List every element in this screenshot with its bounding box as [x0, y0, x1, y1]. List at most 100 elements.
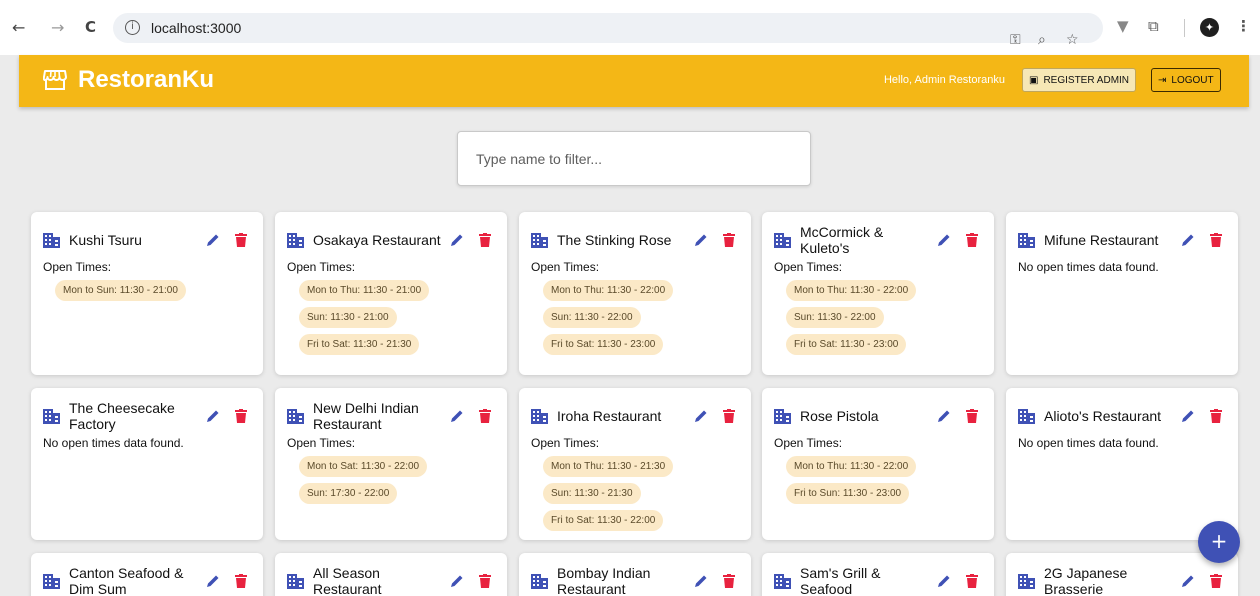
- open-time-chip: Mon to Thu: 11:30 - 22:00: [786, 280, 917, 301]
- open-times-label: Open Times:: [43, 260, 112, 274]
- filter-input[interactable]: [458, 132, 810, 185]
- edit-icon[interactable]: [936, 573, 952, 589]
- id-card-icon: ▣: [1029, 74, 1039, 86]
- profile-icon[interactable]: ✦: [1200, 18, 1219, 37]
- open-times-label: Open Times:: [287, 436, 356, 450]
- restaurant-name: All Season Restaurant: [313, 565, 382, 596]
- open-time-chip: Sun: 11:30 - 21:00: [299, 307, 397, 328]
- edit-icon[interactable]: [936, 408, 952, 424]
- card-header: Rose Pistola: [774, 400, 982, 432]
- logout-button[interactable]: ⇥ LOGOUT: [1151, 68, 1221, 92]
- restaurant-card: New Delhi Indian Restaurant Open Times: Mo…: [275, 388, 507, 540]
- edit-icon[interactable]: [449, 408, 465, 424]
- delete-icon[interactable]: [235, 574, 247, 588]
- building-icon: [43, 408, 60, 424]
- delete-icon[interactable]: [1210, 409, 1222, 423]
- edit-icon[interactable]: [205, 573, 221, 589]
- back-arrow-icon[interactable]: ←: [12, 18, 25, 37]
- open-times-label: Open Times:: [774, 436, 843, 450]
- delete-icon[interactable]: [1210, 233, 1222, 247]
- edit-icon[interactable]: [1180, 408, 1196, 424]
- edit-icon[interactable]: [693, 573, 709, 589]
- restaurant-card: The Cheesecake Factory No open times data…: [31, 388, 263, 540]
- building-icon: [43, 232, 60, 248]
- card-header: 2G Japanese Brasserie: [1018, 565, 1226, 596]
- forward-arrow-icon[interactable]: →: [51, 18, 64, 37]
- edit-icon[interactable]: [936, 232, 952, 248]
- logout-icon: ⇥: [1158, 74, 1167, 86]
- restaurant-name: Canton Seafood & Dim Sum: [69, 565, 184, 596]
- building-icon: [1018, 573, 1035, 589]
- building-icon: [287, 232, 304, 248]
- zoom-icon[interactable]: ⌕: [1038, 32, 1046, 48]
- open-time-chip: Fri to Sat: 11:30 - 23:00: [543, 334, 664, 355]
- register-admin-label: REGISTER ADMIN: [1043, 74, 1130, 86]
- filter-field[interactable]: [457, 131, 811, 186]
- more-icon[interactable]: ⋮: [1236, 17, 1251, 35]
- delete-icon[interactable]: [1210, 574, 1222, 588]
- open-time-chip: Fri to Sat: 11:30 - 22:00: [543, 510, 664, 531]
- app-title: RestoranKu: [78, 66, 215, 93]
- delete-icon[interactable]: [723, 409, 735, 423]
- star-icon[interactable]: ☆: [1066, 32, 1079, 48]
- edit-icon[interactable]: [449, 573, 465, 589]
- edit-icon[interactable]: [1180, 232, 1196, 248]
- restaurant-name: Mifune Restaurant: [1044, 232, 1159, 248]
- brand[interactable]: RestoranKu: [43, 66, 214, 94]
- card-header: Sam's Grill & Seafood: [774, 565, 982, 596]
- card-header: All Season Restaurant: [287, 565, 495, 596]
- delete-icon[interactable]: [235, 409, 247, 423]
- open-time-chip: Fri to Sat: 11:30 - 21:30: [299, 334, 420, 355]
- reload-icon[interactable]: C: [85, 18, 96, 36]
- add-restaurant-button[interactable]: +: [1198, 521, 1240, 563]
- restaurant-name: The Stinking Rose: [557, 232, 672, 248]
- open-times-label: Open Times:: [531, 436, 600, 450]
- delete-icon[interactable]: [966, 574, 978, 588]
- restaurant-name: 2G Japanese Brasserie: [1044, 565, 1128, 596]
- open-times-label: Open Times:: [774, 260, 843, 274]
- address-bar[interactable]: i localhost:3000 ⚿ ⌕ ☆: [113, 13, 1103, 48]
- extension-filter-icon[interactable]: ▼: [1117, 17, 1129, 35]
- delete-icon[interactable]: [235, 233, 247, 247]
- card-header: Kushi Tsuru: [43, 224, 251, 256]
- edit-icon[interactable]: [693, 232, 709, 248]
- restaurant-name: Sam's Grill & Seafood: [800, 565, 881, 596]
- restaurant-card: Iroha Restaurant Open Times: Mon to Thu: 1…: [519, 388, 751, 540]
- restaurant-card: Mifune Restaurant No open times data foun…: [1006, 212, 1238, 375]
- delete-icon[interactable]: [479, 574, 491, 588]
- building-icon: [531, 573, 548, 589]
- restaurant-card: 2G Japanese Brasserie: [1006, 553, 1238, 596]
- card-header: McCormick & Kuleto's: [774, 224, 982, 256]
- restaurant-name: Rose Pistola: [800, 408, 879, 424]
- delete-icon[interactable]: [479, 409, 491, 423]
- building-icon: [287, 573, 304, 589]
- delete-icon[interactable]: [966, 409, 978, 423]
- delete-icon[interactable]: [966, 233, 978, 247]
- delete-icon[interactable]: [723, 574, 735, 588]
- open-time-chip: Mon to Thu: 11:30 - 21:30: [543, 456, 674, 477]
- edit-icon[interactable]: [205, 408, 221, 424]
- open-time-chip: Sun: 17:30 - 22:00: [299, 483, 398, 504]
- restaurant-card: All Season Restaurant: [275, 553, 507, 596]
- delete-icon[interactable]: [479, 233, 491, 247]
- edit-icon[interactable]: [1180, 573, 1196, 589]
- key-icon[interactable]: ⚿: [1010, 32, 1021, 48]
- card-header: The Stinking Rose: [531, 224, 739, 256]
- site-info-icon[interactable]: i: [125, 20, 140, 35]
- toolbar-divider: [1184, 19, 1185, 37]
- edit-icon[interactable]: [693, 408, 709, 424]
- restaurant-name: Bombay Indian Restaurant: [557, 565, 651, 596]
- register-admin-button[interactable]: ▣ REGISTER ADMIN: [1022, 68, 1137, 92]
- restaurant-card: Alioto's Restaurant No open times data fo…: [1006, 388, 1238, 540]
- open-times-label: Open Times:: [287, 260, 356, 274]
- restaurant-name: McCormick & Kuleto's: [800, 224, 884, 256]
- delete-icon[interactable]: [723, 233, 735, 247]
- edit-icon[interactable]: [205, 232, 221, 248]
- puzzle-icon[interactable]: ⧉: [1148, 17, 1159, 35]
- address-url[interactable]: localhost:3000: [151, 20, 241, 36]
- open-times-label: Open Times:: [531, 260, 600, 274]
- edit-icon[interactable]: [449, 232, 465, 248]
- building-icon: [287, 408, 304, 424]
- restaurant-name: New Delhi Indian Restaurant: [313, 400, 419, 432]
- restaurant-name: Osakaya Restaurant: [313, 232, 441, 248]
